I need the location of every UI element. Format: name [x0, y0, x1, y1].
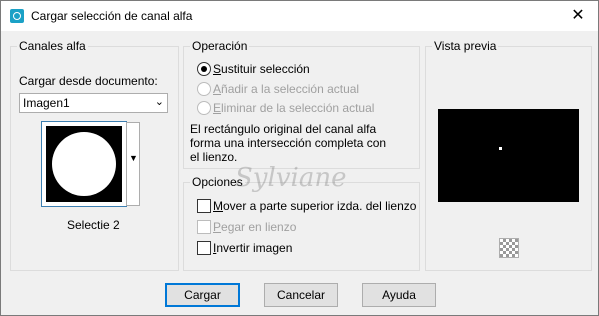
load-from-document-label: Cargar desde documento: — [19, 74, 158, 88]
preview-selection-dot — [499, 147, 502, 150]
channel-dropdown-button[interactable]: ▼ — [126, 122, 140, 206]
app-icon — [10, 9, 24, 23]
dialog-window: Cargar selección de canal alfa ✕ Canales… — [0, 0, 599, 316]
document-select[interactable]: Imagen1 ⌄ — [19, 93, 168, 113]
radio-anadir[interactable] — [197, 82, 211, 96]
checkbox-pegar-label[interactable]: Pegar en lienzo — [213, 220, 296, 234]
cancel-button[interactable]: Cancelar — [264, 283, 338, 307]
triangle-down-icon: ▼ — [129, 153, 138, 163]
thumbnail-circle — [52, 132, 116, 196]
help-button[interactable]: Ayuda — [362, 283, 436, 307]
canales-alfa-title: Canales alfa — [17, 39, 88, 53]
vista-previa-title: Vista previa — [432, 39, 499, 53]
checkbox-mover[interactable] — [197, 199, 211, 213]
preview-canvas — [438, 109, 579, 202]
radio-sustituir-label[interactable]: Sustituir selección — [213, 62, 310, 76]
checkbox-invertir[interactable] — [197, 241, 211, 255]
radio-eliminar-label[interactable]: Eliminar de la selección actual — [213, 101, 374, 115]
watermark-signature: Sylviane — [235, 163, 347, 193]
checkbox-invertir-label[interactable]: Invertir imagen — [213, 241, 292, 255]
channel-name: Selectie 2 — [67, 218, 120, 232]
load-button[interactable]: Cargar — [165, 283, 240, 307]
radio-eliminar[interactable] — [197, 101, 211, 115]
chevron-down-icon: ⌄ — [154, 96, 164, 108]
radio-sustituir[interactable] — [197, 62, 211, 76]
operacion-title: Operación — [190, 39, 250, 53]
title-bar: Cargar selección de canal alfa ✕ — [1, 1, 598, 31]
window-title: Cargar selección de canal alfa — [31, 9, 193, 23]
thumbnail-image — [46, 126, 122, 202]
checkbox-mover-label[interactable]: Mover a parte superior izda. del lienzo — [213, 199, 416, 213]
radio-anadir-label[interactable]: Añadir a la selección actual — [213, 82, 359, 96]
channel-thumbnail[interactable] — [41, 121, 127, 207]
transparency-icon[interactable] — [499, 238, 519, 258]
checkbox-pegar[interactable] — [197, 220, 211, 234]
close-icon[interactable]: ✕ — [558, 1, 598, 31]
operation-description: El rectángulo original del canal alfa fo… — [190, 122, 387, 164]
document-select-value: Imagen1 — [23, 96, 70, 110]
